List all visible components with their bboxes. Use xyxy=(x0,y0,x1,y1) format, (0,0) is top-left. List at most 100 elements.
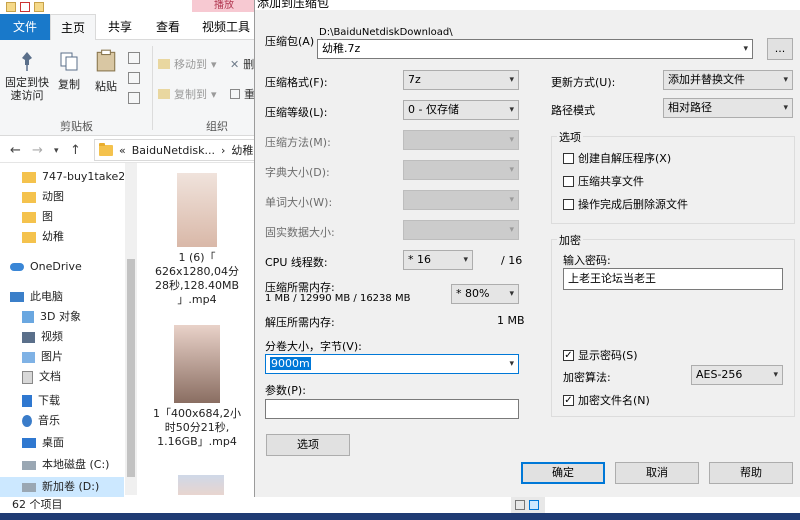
password-label: 输入密码: xyxy=(563,254,611,267)
nav-item[interactable]: 文档 xyxy=(0,367,124,387)
format-select[interactable]: 7z ▾ xyxy=(403,70,519,90)
update-mode-select[interactable]: 添加并替换文件 ▾ xyxy=(663,70,793,90)
params-input[interactable] xyxy=(265,399,519,419)
nav-item[interactable]: 图片 xyxy=(0,347,124,367)
video-thumbnail xyxy=(174,325,220,403)
password-input[interactable]: 上老王论坛当老王 xyxy=(563,268,783,290)
address-crumb-2[interactable]: 幼稚 xyxy=(231,142,253,158)
quick-access-toolbar xyxy=(0,0,44,14)
new-folder-icon[interactable] xyxy=(34,2,44,12)
nav-item[interactable]: 动图 xyxy=(0,187,124,207)
clipboard-small-tools xyxy=(128,52,142,116)
group-clipboard-label: 剪贴板 xyxy=(60,120,93,133)
nav-item[interactable]: 下载 xyxy=(0,391,124,411)
nav-item-label: 本地磁盘 (C:) xyxy=(42,458,110,471)
nav-item[interactable]: 幼稚 xyxy=(0,227,124,247)
tab-home[interactable]: 主页 xyxy=(50,14,96,40)
cpu-total: / 16 xyxy=(501,254,523,267)
cancel-button[interactable]: 取消 xyxy=(615,462,699,484)
cloud-icon xyxy=(10,263,24,271)
nav-item[interactable]: 747-buy1take2 xyxy=(0,167,124,187)
show-password-checkbox[interactable]: ✓ 显示密码(S) xyxy=(563,347,638,363)
delete-after-checkbox[interactable]: 操作完成后删除源文件 xyxy=(563,196,688,212)
nav-item-label: 下载 xyxy=(38,394,60,407)
delete-button[interactable]: ✕ 删 xyxy=(230,56,254,72)
path-mode-select[interactable]: 相对路径 ▾ xyxy=(663,98,793,118)
chevron-down-icon[interactable]: ▾ xyxy=(509,355,514,373)
encryption-method-select[interactable]: AES-256 ▾ xyxy=(691,365,783,385)
recent-chevron-icon[interactable]: ▾ xyxy=(54,146,59,156)
folder-icon[interactable] xyxy=(6,2,16,12)
nav-item[interactable]: 桌面 xyxy=(0,433,124,453)
nav-item[interactable]: 图 xyxy=(0,207,124,227)
archive-name-combo[interactable]: 幼稚.7z ▾ xyxy=(317,39,753,59)
nav-item[interactable]: OneDrive xyxy=(0,257,124,277)
level-select[interactable]: 0 - 仅存储 ▾ xyxy=(403,100,519,120)
nav-item-label: OneDrive xyxy=(30,260,82,273)
rename-button[interactable]: 重 xyxy=(230,86,255,102)
nav-item[interactable]: 音乐 xyxy=(0,411,124,431)
nav-item[interactable]: 本地磁盘 (C:) xyxy=(0,455,124,475)
chevron-down-icon[interactable]: ▾ xyxy=(743,40,748,58)
encrypt-names-checkbox[interactable]: ✓ 加密文件名(N) xyxy=(563,392,650,408)
memory-select[interactable]: * 80% ▾ xyxy=(451,284,519,304)
cpu-select[interactable]: * 16 ▾ xyxy=(403,250,473,270)
context-tab-play[interactable]: 播放 xyxy=(192,0,256,12)
level-label: 压缩等级(L): xyxy=(265,106,328,119)
sfx-checkbox[interactable]: 创建自解压程序(X) xyxy=(563,150,671,166)
address-crumb-1[interactable]: BaiduNetdisk... xyxy=(132,144,215,157)
browse-button[interactable]: ... xyxy=(767,38,793,60)
back-arrow-icon[interactable]: ← xyxy=(10,143,21,158)
nav-item[interactable]: 视频 xyxy=(0,327,124,347)
tiles-view-icon[interactable] xyxy=(529,500,539,510)
nav-item[interactable]: 3D 对象 xyxy=(0,307,124,327)
nav-scrollbar[interactable] xyxy=(125,163,137,495)
nav-scrollbar-thumb[interactable] xyxy=(127,259,135,477)
params-label: 参数(P): xyxy=(265,384,306,397)
encrypt-names-label: 加密文件名(N) xyxy=(578,394,650,407)
file-item[interactable]: 1「400x684,2小 时50分21秒, 1.16GB」.mp4 xyxy=(140,325,254,449)
forward-arrow-icon[interactable]: → xyxy=(32,143,43,158)
chevron-down-icon: ▾ xyxy=(509,289,514,299)
cut-icon[interactable] xyxy=(128,52,140,64)
paste-button[interactable]: 粘贴 xyxy=(90,46,122,94)
address-overflow[interactable]: « xyxy=(119,144,126,157)
encryption-group-title: 加密 xyxy=(557,232,583,248)
help-button[interactable]: 帮助 xyxy=(709,462,793,484)
options-button[interactable]: 选项 xyxy=(266,434,350,456)
properties-icon[interactable] xyxy=(20,2,30,12)
format-value: 7z xyxy=(408,73,421,86)
video-thumbnail[interactable] xyxy=(178,475,224,495)
file-name-line: 28秒,128.40MB xyxy=(154,279,240,292)
up-arrow-icon[interactable]: ↑ xyxy=(70,143,81,158)
move-to-button[interactable]: 移动到 ▾ xyxy=(158,56,217,72)
nav-item[interactable]: 此电脑 xyxy=(0,287,124,307)
copy-path-icon[interactable] xyxy=(128,72,140,84)
copy-button[interactable]: 复制 xyxy=(54,50,84,92)
tab-view[interactable]: 查看 xyxy=(148,14,188,40)
tab-video-tools[interactable]: 视频工具 xyxy=(196,14,256,40)
pin-quick-access-button[interactable]: 固定到快 速访问 xyxy=(4,50,50,102)
checkbox-box xyxy=(563,175,574,187)
chevron-down-icon: ▾ xyxy=(509,135,514,145)
paste-shortcut-icon[interactable] xyxy=(128,92,140,104)
split-size-combo[interactable]: 9000m ▾ xyxy=(265,354,519,374)
dict-label: 字典大小(D): xyxy=(265,166,330,179)
ok-button[interactable]: 确定 xyxy=(521,462,605,484)
paste-label: 粘贴 xyxy=(95,80,117,93)
nav-item[interactable]: 新加卷 (D:) xyxy=(0,477,124,497)
file-item[interactable]: 1 (6)「 626x1280,04分 28秒,128.40MB 」.mp4 xyxy=(140,173,254,307)
options-group-title: 选项 xyxy=(557,129,583,145)
chevron-right-icon[interactable]: › xyxy=(221,144,225,157)
nav-item-label: 桌面 xyxy=(42,436,64,449)
copy-label: 复制 xyxy=(58,78,80,91)
copy-to-button[interactable]: 复制到 ▾ xyxy=(158,86,217,102)
archive-name-value: 幼稚.7z xyxy=(322,42,361,55)
tab-file[interactable]: 文件 xyxy=(0,14,50,40)
copy-to-label: 复制到 xyxy=(174,88,207,101)
tab-share[interactable]: 共享 xyxy=(100,14,140,40)
folder-icon xyxy=(22,191,36,203)
details-view-icon[interactable] xyxy=(515,500,525,510)
chevron-down-icon: ▾ xyxy=(211,87,217,101)
shared-files-checkbox[interactable]: 压缩共享文件 xyxy=(563,173,644,189)
